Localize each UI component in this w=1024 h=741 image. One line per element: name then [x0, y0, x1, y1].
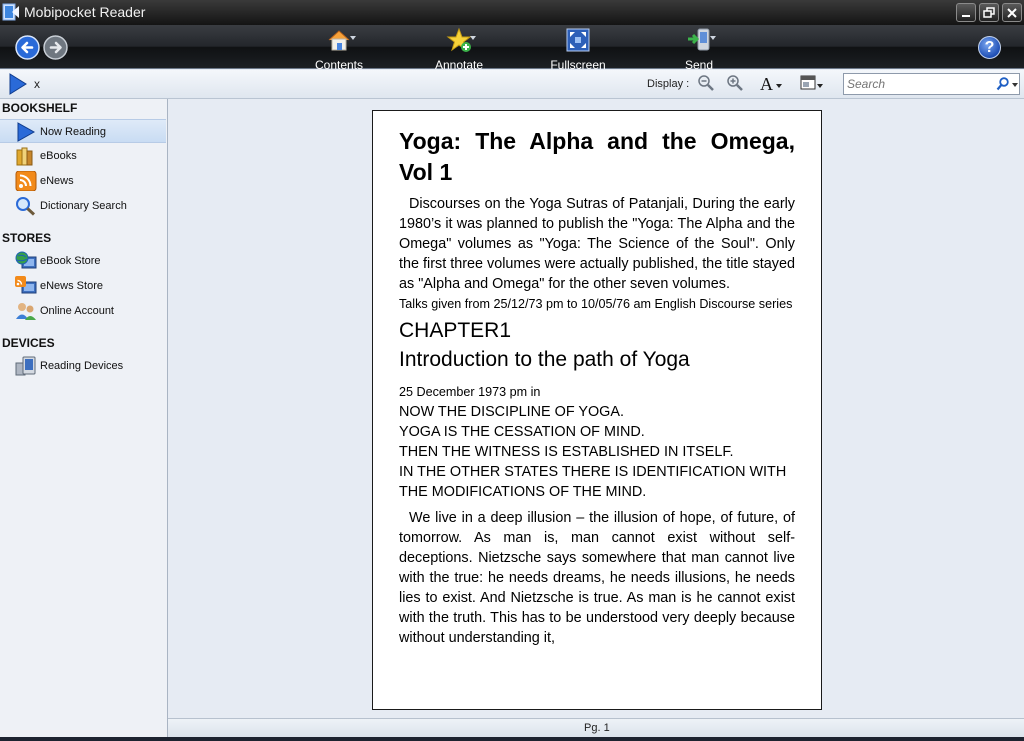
fullscreen-button[interactable]: Fullscreen: [547, 27, 609, 72]
books-icon: [16, 147, 33, 166]
sidebar: BOOKSHELF Now Reading eBooks eNews Dicti…: [0, 99, 168, 741]
window-bottom-edge: [0, 737, 1024, 741]
minimize-button[interactable]: [956, 3, 976, 22]
sidebar-item-label: Online Account: [40, 305, 114, 317]
restore-icon: [983, 7, 995, 18]
chapter-number: CHAPTER1: [399, 319, 512, 342]
home-icon: [328, 30, 350, 51]
sidebar-item-label: eNews Store: [40, 280, 103, 292]
rss-icon: [15, 171, 37, 191]
send-caret-icon: [710, 36, 716, 40]
help-button[interactable]: ?: [978, 36, 1001, 59]
mobipocket-logo-icon: [2, 3, 19, 21]
play-arrow-icon: [17, 122, 36, 142]
sidebar-item-reading-devices[interactable]: Reading Devices: [0, 354, 166, 378]
annotate-button[interactable]: Annotate: [430, 27, 488, 72]
sutra-line: THEN THE WITNESS IS ESTABLISHED IN ITSEL…: [399, 444, 734, 460]
rss-monitor-icon: [15, 276, 37, 294]
current-book-title: x: [34, 77, 40, 91]
search-icon[interactable]: [996, 77, 1009, 91]
zoom-in-icon[interactable]: [726, 74, 744, 92]
font-size-caret-icon: [776, 84, 782, 88]
sidebar-item-enews-store[interactable]: eNews Store: [0, 274, 166, 298]
send-button[interactable]: Send: [680, 27, 718, 72]
status-bar: Pg. 1: [168, 718, 1024, 737]
chapter-date: 25 December 1973 pm in: [399, 385, 541, 399]
page-number: Pg. 1: [584, 722, 610, 734]
sidebar-item-label: eBooks: [40, 150, 77, 162]
device-icon: [15, 356, 36, 376]
restore-button[interactable]: [979, 3, 999, 22]
sutra-line: IN THE OTHER STATES THERE IS IDENTIFICAT…: [399, 464, 787, 500]
sidebar-item-label: Dictionary Search: [40, 200, 127, 212]
layout-icon[interactable]: [799, 74, 817, 92]
globe-monitor-icon: [15, 251, 37, 269]
users-icon: [16, 303, 36, 320]
display-label: Display :: [647, 78, 690, 90]
sidebar-item-ebook-store[interactable]: eBook Store: [0, 249, 166, 273]
forward-arrow-icon[interactable]: [43, 35, 68, 60]
reading-bar: x Display : A: [0, 70, 1024, 99]
magnifier-icon: [16, 197, 36, 216]
body-paragraph: We live in a deep illusion – the illusio…: [399, 510, 795, 646]
sidebar-item-label: Now Reading: [40, 126, 107, 138]
star-plus-icon: [446, 27, 472, 52]
sutra-line: YOGA IS THE CESSATION OF MIND.: [399, 424, 645, 440]
contents-caret-icon: [350, 36, 356, 40]
play-arrow-icon: [9, 73, 27, 95]
bookshelf-heading: BOOKSHELF: [2, 101, 78, 115]
search-box: [843, 73, 1020, 95]
reading-pane: Yoga: The Alpha and the Omega, Vol 1 Dis…: [168, 99, 1024, 719]
sidebar-item-online-account[interactable]: Online Account: [0, 299, 166, 323]
layout-caret-icon: [817, 84, 823, 88]
sidebar-item-label: eNews: [40, 175, 74, 187]
sidebar-item-label: Reading Devices: [40, 360, 124, 372]
back-arrow-icon[interactable]: [15, 35, 40, 60]
devices-heading: DEVICES: [2, 336, 55, 350]
font-size-icon[interactable]: A: [760, 74, 773, 95]
page-content: Yoga: The Alpha and the Omega, Vol 1 Dis…: [399, 126, 795, 648]
talks-info: Talks given from 25/12/73 pm to 10/05/76…: [399, 297, 793, 311]
sidebar-item-ebooks[interactable]: eBooks: [0, 144, 166, 168]
sidebar-item-label: eBook Store: [40, 255, 101, 267]
main-toolbar: Contents Annotate Fullscreen Send ?: [0, 25, 1024, 72]
search-input[interactable]: [847, 76, 987, 92]
zoom-out-icon[interactable]: [697, 74, 715, 92]
window-title: Mobipocket Reader: [24, 4, 146, 20]
title-bar: Mobipocket Reader: [0, 0, 1024, 25]
minimize-icon: [962, 15, 970, 17]
book-title: Yoga: The Alpha and the Omega, Vol 1: [399, 128, 795, 185]
search-options-caret-icon[interactable]: [1012, 83, 1018, 87]
contents-button[interactable]: Contents: [310, 27, 368, 72]
stores-heading: STORES: [2, 231, 52, 245]
close-icon: [1007, 8, 1017, 18]
fullscreen-icon: [566, 28, 590, 52]
send-device-icon: [688, 28, 710, 51]
close-button[interactable]: [1002, 3, 1022, 22]
sidebar-item-enews[interactable]: eNews: [0, 169, 166, 193]
chapter-title: Introduction to the path of Yoga: [399, 348, 690, 371]
sutra-line: NOW THE DISCIPLINE OF YOGA.: [399, 404, 624, 420]
book-page[interactable]: Yoga: The Alpha and the Omega, Vol 1 Dis…: [372, 110, 822, 710]
intro-paragraph: Discourses on the Yoga Sutras of Patanja…: [399, 196, 795, 292]
sidebar-item-now-reading[interactable]: Now Reading: [0, 119, 166, 143]
sidebar-item-dictionary-search[interactable]: Dictionary Search: [0, 194, 166, 218]
annotate-caret-icon: [470, 36, 476, 40]
